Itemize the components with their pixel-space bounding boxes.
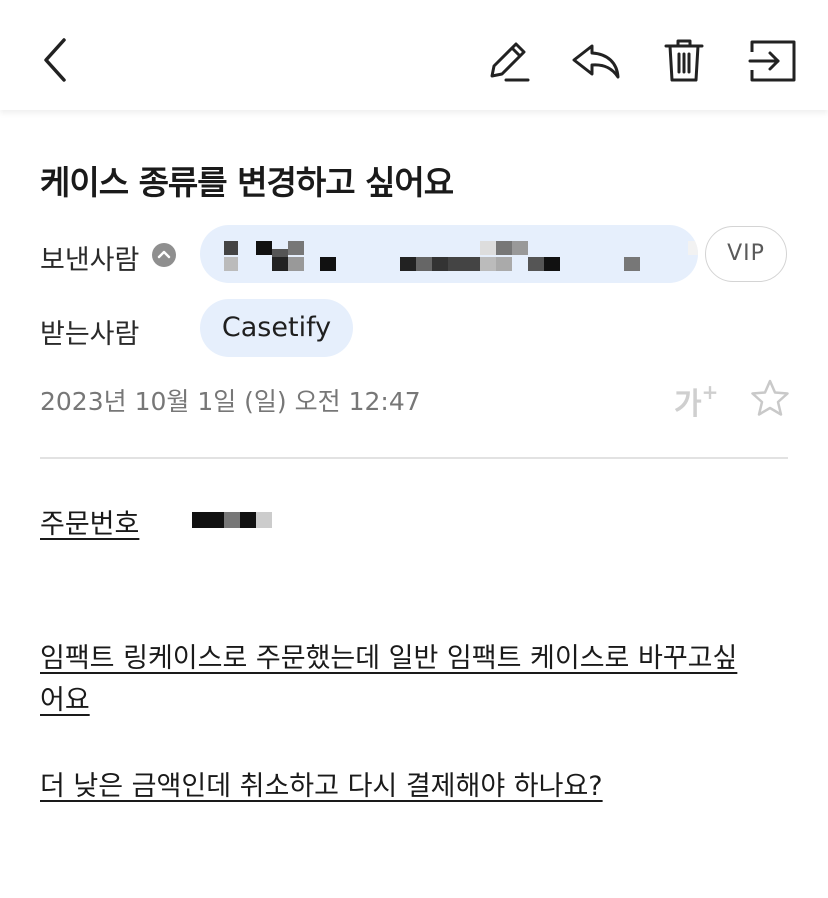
star-icon[interactable] (750, 378, 790, 422)
redacted-pixel (192, 512, 224, 528)
redacted-pixel (480, 257, 496, 271)
back-chevron-icon[interactable] (36, 36, 74, 84)
redacted-pixel (288, 257, 304, 271)
redacted-pixel (400, 257, 416, 271)
email-subject: 케이스 종류를 변경하고 싶어요 (40, 163, 454, 202)
font-size-plus: + (701, 380, 719, 404)
redacted-pixel (496, 241, 512, 255)
redacted-pixel (496, 257, 512, 271)
body-text-line[interactable]: 어요 (40, 678, 90, 717)
vip-button[interactable]: VIP (705, 226, 787, 282)
redacted-pixel (272, 257, 288, 271)
body-text-line[interactable]: 더 낮은 금액인데 취소하고 다시 결제해야 하나요? (40, 764, 603, 803)
trash-icon[interactable] (662, 36, 706, 84)
redacted-pixel (448, 257, 480, 271)
redacted-pixel (240, 512, 256, 528)
redacted-pixel (512, 241, 528, 255)
redacted-pixel (528, 257, 544, 271)
expand-toggle-icon[interactable] (152, 243, 176, 267)
redacted-pixel (416, 257, 432, 271)
reply-icon[interactable] (570, 40, 624, 82)
redacted-pixel (432, 257, 448, 271)
redacted-pixel (224, 257, 238, 271)
recipient-pill[interactable]: Casetify (200, 299, 353, 357)
header-divider (40, 457, 788, 459)
sender-address-pill[interactable] (200, 225, 698, 283)
redacted-order-number (192, 512, 272, 528)
redacted-pixel (256, 241, 272, 255)
font-size-label: 가 (674, 387, 702, 422)
redacted-pixel (288, 241, 304, 255)
redacted-pixel (624, 257, 640, 271)
pencil-icon[interactable] (484, 38, 532, 84)
sender-label: 보낸사람 (40, 245, 140, 276)
redacted-pixel (480, 241, 496, 255)
redacted-pixel (224, 512, 240, 528)
redacted-pixel (256, 512, 272, 528)
recipient-label: 받는사람 (40, 319, 140, 350)
redacted-pixel (688, 241, 698, 255)
body-text-line[interactable]: 임팩트 링케이스로 주문했는데 일반 임팩트 케이스로 바꾸고싶 (40, 636, 737, 675)
email-date: 2023년 10월 1일 (일) 오전 12:47 (40, 387, 421, 416)
redacted-pixel (544, 257, 560, 271)
redacted-pixel (224, 241, 238, 255)
order-number-label[interactable]: 주문번호 (40, 502, 139, 541)
font-size-button[interactable]: 가+ (674, 378, 718, 423)
move-to-folder-icon[interactable] (748, 38, 798, 84)
top-toolbar (0, 0, 828, 110)
redacted-pixel (320, 257, 336, 271)
